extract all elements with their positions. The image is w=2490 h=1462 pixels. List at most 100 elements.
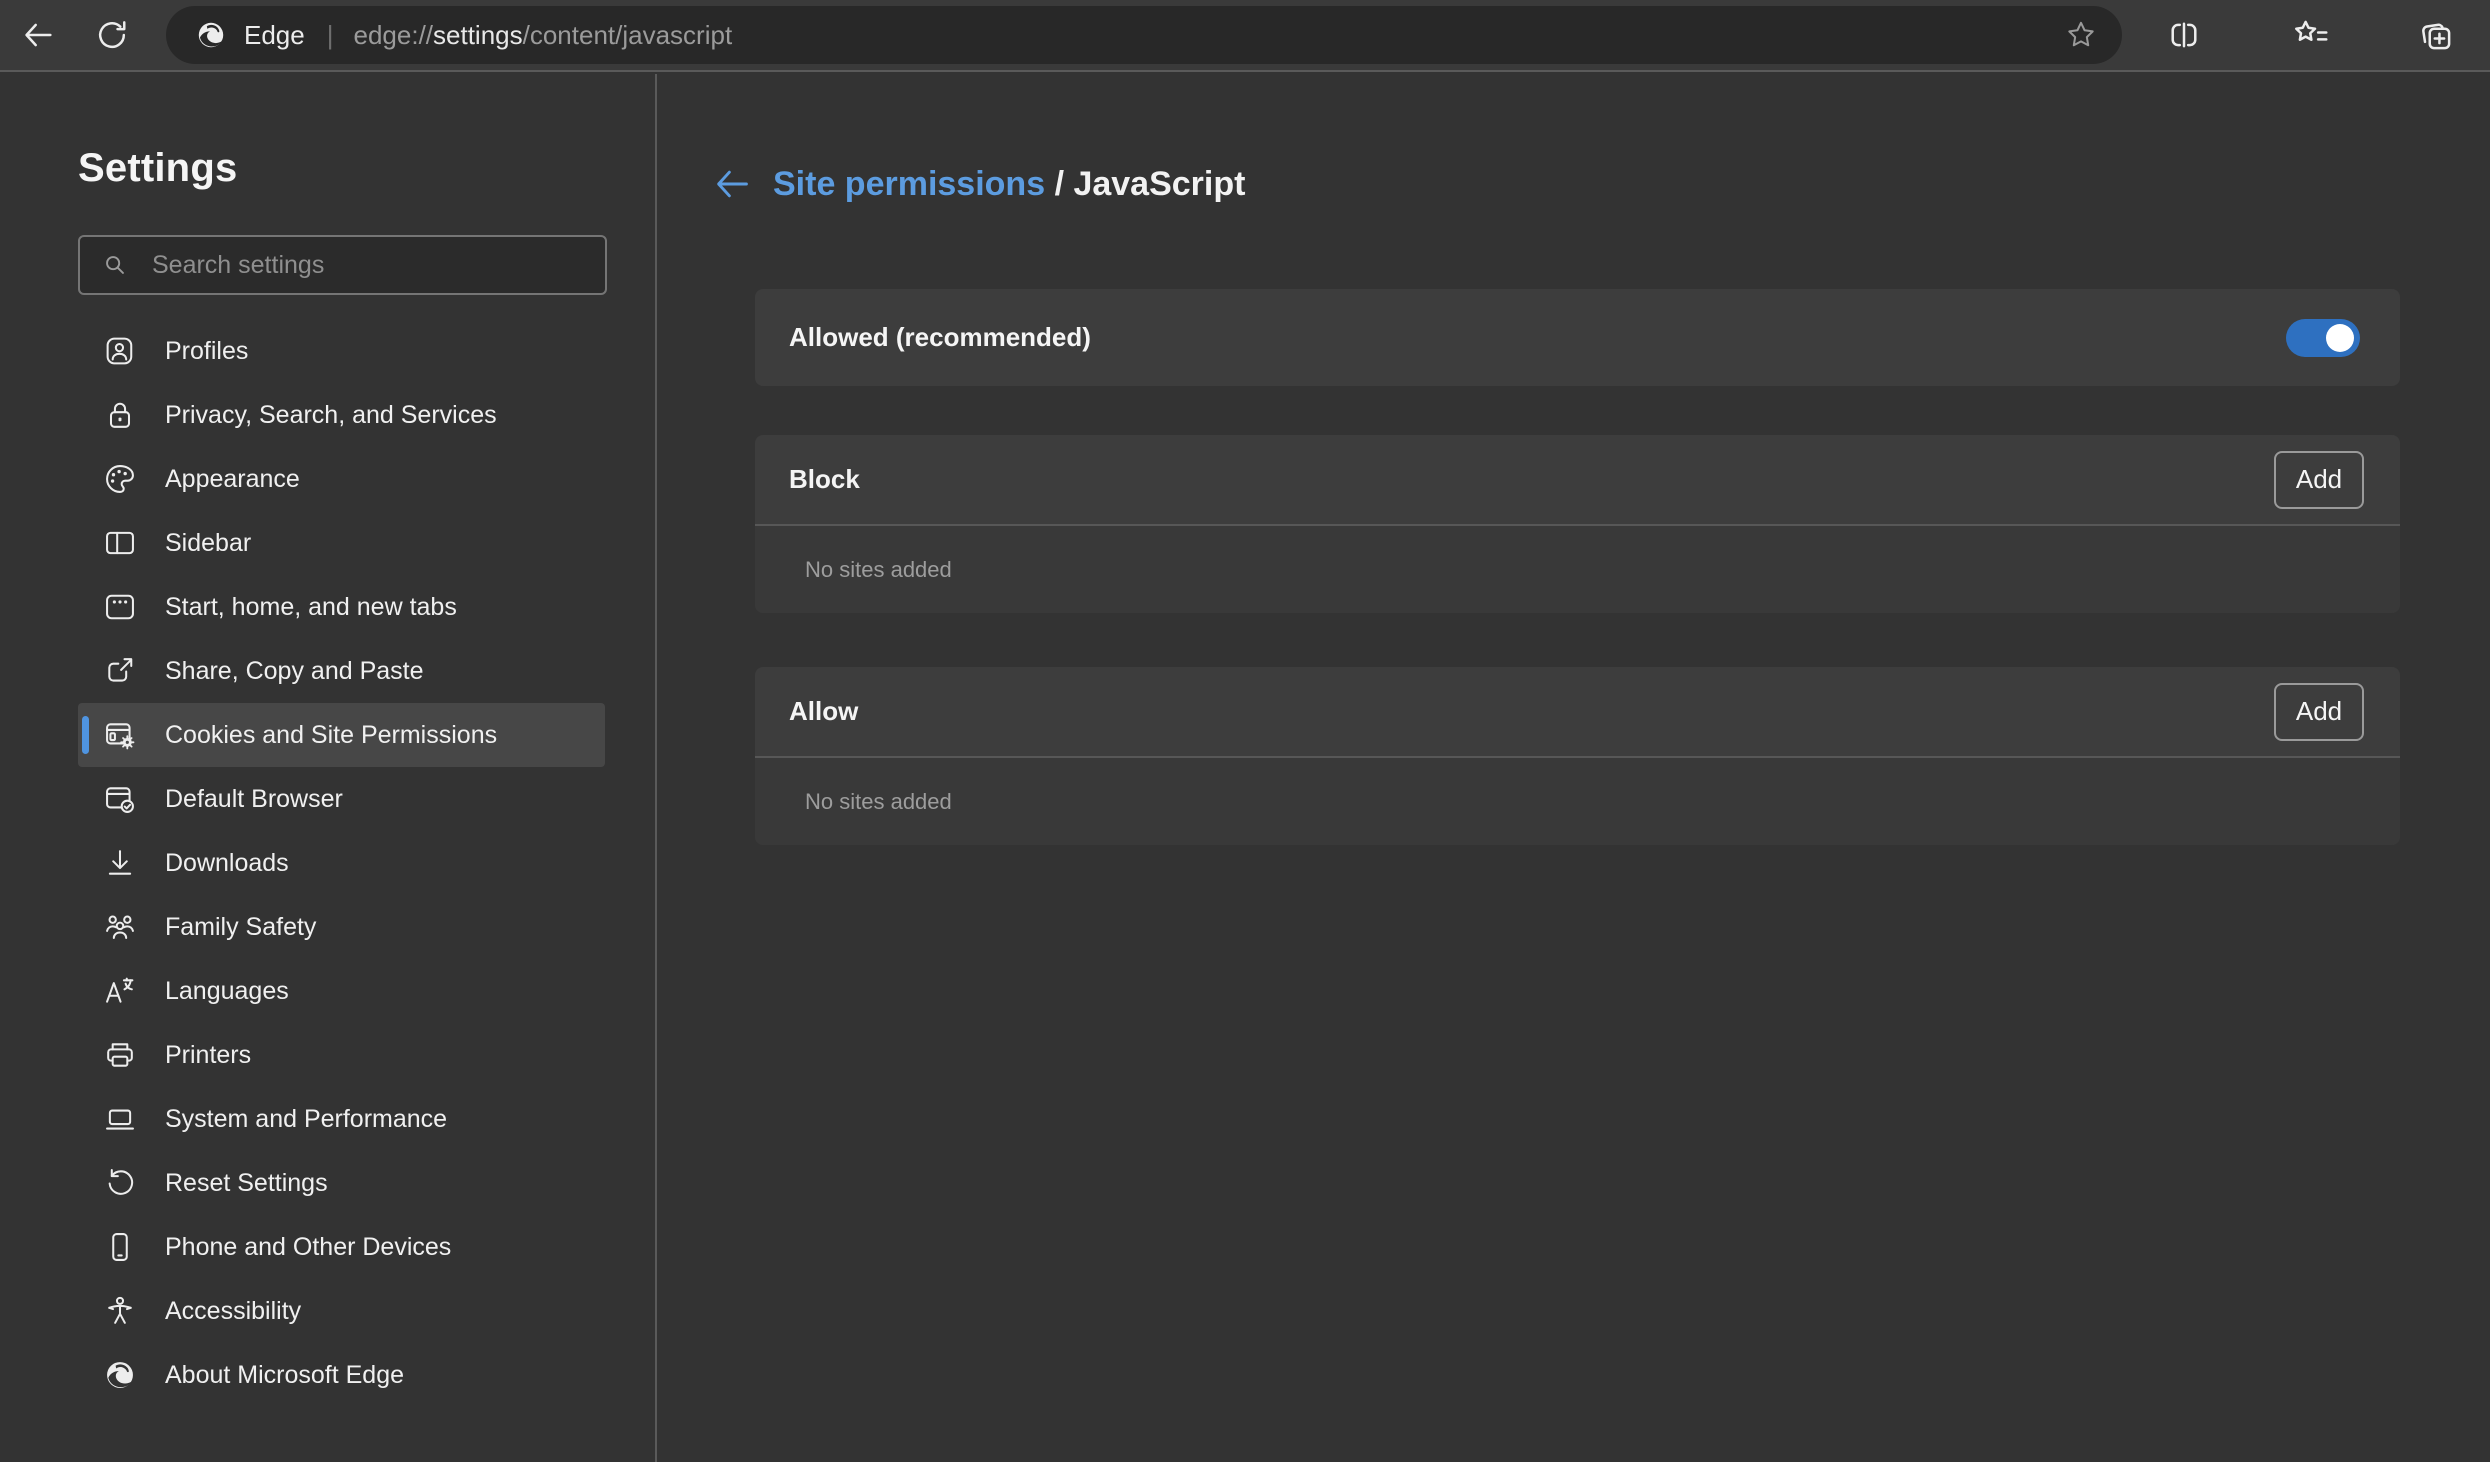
sidebar-item-downloads[interactable]: Downloads — [78, 831, 605, 895]
sidebar-item-family-safety[interactable]: Family Safety — [78, 895, 605, 959]
breadcrumb-current-page: / JavaScript — [1055, 165, 1246, 203]
favorite-star-button[interactable] — [2058, 12, 2104, 58]
sidebar-item-about-edge[interactable]: About Microsoft Edge — [78, 1343, 605, 1407]
reload-icon — [94, 17, 130, 53]
accessibility-icon — [102, 1293, 138, 1329]
edge-logo-icon — [102, 1357, 138, 1393]
address-url[interactable]: edge://settings/content/javascript — [354, 20, 2059, 51]
downloads-arrow-icon — [102, 845, 138, 881]
back-arrow-icon — [20, 17, 56, 53]
block-add-button[interactable]: Add — [2274, 451, 2364, 509]
printer-icon — [102, 1037, 138, 1073]
back-arrow-icon — [711, 163, 753, 205]
sidebar-item-privacy[interactable]: Privacy, Search, and Services — [78, 383, 605, 447]
sidebar-item-label: Start, home, and new tabs — [165, 593, 457, 622]
browser-toolbar: Edge | edge://settings/content/javascrip… — [0, 0, 2490, 72]
breadcrumb-site-permissions-link[interactable]: Site permissions — [773, 165, 1045, 203]
search-input[interactable] — [152, 251, 589, 280]
languages-icon — [102, 973, 138, 1009]
sidebar-item-cookies-site-permissions[interactable]: Cookies and Site Permissions — [78, 703, 605, 767]
sidebar-item-label: Printers — [165, 1041, 251, 1070]
breadcrumb: Site permissions / JavaScript — [711, 160, 2400, 208]
javascript-settings-panel: Site permissions / JavaScript Allowed (r… — [657, 74, 2490, 1462]
toolbar-right-icons — [2160, 11, 2460, 59]
star-icon — [2063, 17, 2099, 53]
sidebar-item-start-home-tabs[interactable]: Start, home, and new tabs — [78, 575, 605, 639]
sidebar-item-label: Languages — [165, 977, 289, 1006]
allowed-card: Allowed (recommended) — [755, 289, 2400, 386]
sidebar-item-accessibility[interactable]: Accessibility — [78, 1279, 605, 1343]
sidebar-item-label: Default Browser — [165, 785, 343, 814]
reset-settings-icon — [102, 1165, 138, 1201]
url-path: /content/javascript — [523, 20, 733, 50]
settings-sidebar: Settings Profiles Privacy — [0, 74, 657, 1462]
sidebar-item-label: Downloads — [165, 849, 289, 878]
url-scheme: edge:// — [354, 20, 434, 50]
privacy-lock-icon — [102, 397, 138, 433]
selected-accent-bar — [82, 716, 89, 754]
url-host: settings — [433, 20, 523, 50]
sidebar-item-languages[interactable]: Languages — [78, 959, 605, 1023]
split-screen-button[interactable] — [2160, 11, 2208, 59]
site-info-chip[interactable]: Edge — [194, 18, 305, 52]
block-empty-text: No sites added — [805, 557, 952, 583]
allowed-label: Allowed (recommended) — [789, 322, 1091, 353]
system-performance-icon — [102, 1101, 138, 1137]
sidebar-item-profiles[interactable]: Profiles — [78, 319, 605, 383]
address-separator: | — [327, 20, 334, 51]
back-button[interactable] — [14, 11, 62, 59]
cookies-permissions-icon — [102, 717, 138, 753]
address-bar[interactable]: Edge | edge://settings/content/javascrip… — [166, 6, 2122, 64]
share-copy-paste-icon — [102, 653, 138, 689]
sidebar-item-label: Cookies and Site Permissions — [165, 721, 497, 750]
appearance-palette-icon — [102, 461, 138, 497]
sidebar-item-appearance[interactable]: Appearance — [78, 447, 605, 511]
sidebar-item-default-browser[interactable]: Default Browser — [78, 767, 605, 831]
sidebar-item-label: About Microsoft Edge — [165, 1361, 404, 1390]
reload-button[interactable] — [88, 11, 136, 59]
settings-title: Settings — [78, 146, 655, 191]
allow-title: Allow — [789, 696, 858, 727]
block-card: Block Add No sites added — [755, 435, 2400, 613]
sidebar-item-label: System and Performance — [165, 1105, 447, 1134]
default-browser-icon — [102, 781, 138, 817]
site-label: Edge — [244, 20, 305, 51]
sidebar-item-label: Appearance — [165, 465, 300, 494]
collections-button[interactable] — [2412, 11, 2460, 59]
edge-logo-icon — [194, 18, 228, 52]
sidebar-item-label: Privacy, Search, and Services — [165, 401, 497, 430]
permission-cards: Allowed (recommended) Block Add No sites… — [755, 289, 2400, 845]
start-home-tabs-icon — [102, 589, 138, 625]
search-icon — [100, 250, 130, 280]
sidebar-item-sidebar[interactable]: Sidebar — [78, 511, 605, 575]
sidebar-item-label: Accessibility — [165, 1297, 301, 1326]
favorites-button[interactable] — [2286, 11, 2334, 59]
sidebar-item-phone-devices[interactable]: Phone and Other Devices — [78, 1215, 605, 1279]
settings-search-box[interactable] — [78, 235, 607, 295]
sidebar-item-label: Sidebar — [165, 529, 251, 558]
page-content: Settings Profiles Privacy — [0, 74, 2490, 1462]
profiles-icon — [102, 333, 138, 369]
block-title: Block — [789, 464, 860, 495]
sidebar-item-label: Reset Settings — [165, 1169, 328, 1198]
sidebar-item-label: Family Safety — [165, 913, 316, 942]
allow-empty-text: No sites added — [805, 789, 952, 815]
sidebar-item-printers[interactable]: Printers — [78, 1023, 605, 1087]
back-to-site-permissions-button[interactable] — [711, 163, 753, 205]
javascript-allowed-toggle[interactable] — [2286, 319, 2360, 357]
sidebar-item-label: Phone and Other Devices — [165, 1233, 451, 1262]
settings-nav: Profiles Privacy, Search, and Services — [0, 319, 655, 1407]
sidebar-item-label: Profiles — [165, 337, 248, 366]
favorites-hub-icon — [2290, 15, 2330, 55]
collections-add-icon — [2416, 15, 2456, 55]
split-screen-icon — [2165, 16, 2203, 54]
sidebar-item-reset-settings[interactable]: Reset Settings — [78, 1151, 605, 1215]
sidebar-panes-icon — [102, 525, 138, 561]
phone-devices-icon — [102, 1229, 138, 1265]
allow-add-button[interactable]: Add — [2274, 683, 2364, 741]
sidebar-item-system-performance[interactable]: System and Performance — [78, 1087, 605, 1151]
toggle-knob — [2326, 324, 2354, 352]
family-safety-icon — [102, 909, 138, 945]
sidebar-item-share-copy-paste[interactable]: Share, Copy and Paste — [78, 639, 605, 703]
allow-card: Allow Add No sites added — [755, 667, 2400, 845]
